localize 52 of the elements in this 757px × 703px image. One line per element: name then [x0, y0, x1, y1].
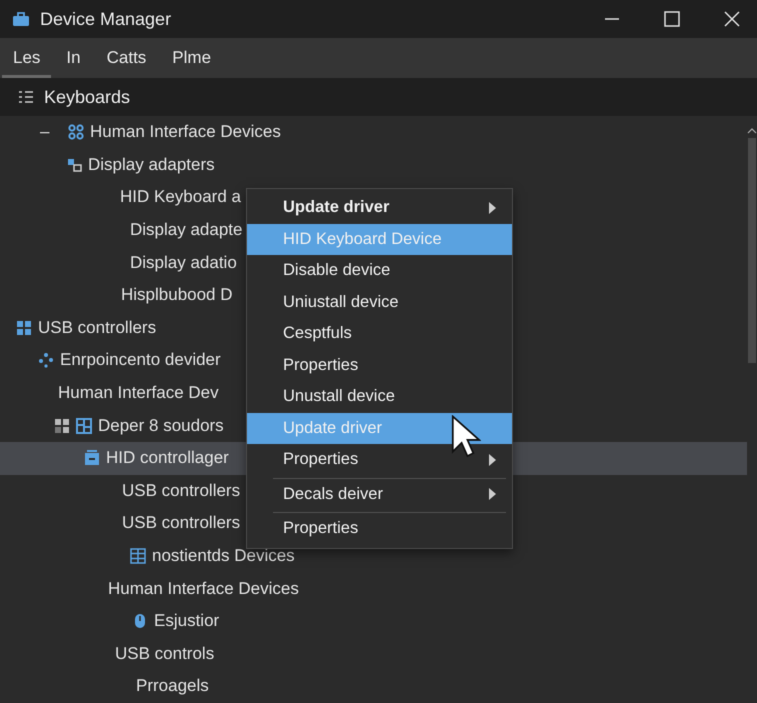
tree-item[interactable]: Hisplbubood D	[121, 285, 233, 306]
tree-item[interactable]: Human Interface Dev	[58, 383, 219, 404]
context-menu-item[interactable]: Properties	[247, 350, 512, 381]
context-menu-item[interactable]: Disable device	[247, 255, 512, 286]
box-icon	[84, 450, 100, 466]
panel-icon	[76, 418, 92, 434]
close-icon[interactable]	[724, 11, 740, 27]
scroll-up-icon	[747, 128, 757, 134]
tree-item[interactable]: Deper 8 soudors	[98, 416, 224, 436]
mouse-icon	[132, 613, 148, 630]
tree-item[interactable]: nostientds Devices	[152, 546, 295, 566]
briefcase-icon	[12, 10, 30, 28]
context-menu-item[interactable]: Properties	[273, 512, 506, 544]
category-label: Keyboards	[44, 86, 130, 108]
layout-icon	[54, 418, 70, 434]
menu-item[interactable]: Plme	[161, 38, 222, 78]
context-menu-item[interactable]: Cesptfuls	[247, 318, 512, 350]
collapse-toggle[interactable]: –	[40, 122, 62, 142]
network-icon	[38, 352, 54, 368]
tree-item[interactable]: Esjustior	[154, 611, 220, 632]
context-menu-item[interactable]: Properties	[247, 444, 512, 476]
mouse-cursor-icon	[451, 415, 481, 459]
context-menu-item[interactable]: Uniustall device	[247, 286, 512, 318]
tree-item[interactable]: Display adatio	[130, 252, 237, 273]
tree-item[interactable]: HID controllager	[106, 448, 229, 468]
window-title: Device Manager	[40, 8, 172, 30]
context-menu-item[interactable]: Decals deiver	[273, 478, 506, 510]
menu-item[interactable]: Catts	[96, 38, 158, 78]
tree-item[interactable]: Display adapte	[130, 220, 242, 240]
adapter-icon	[66, 156, 82, 173]
tree-item[interactable]: USB controllers	[38, 318, 156, 338]
grid-icon	[16, 320, 32, 336]
grid-icon	[68, 124, 84, 140]
tree-item[interactable]: Display adapters	[88, 154, 215, 175]
tree-item[interactable]: USB controls	[115, 644, 214, 664]
menu-item[interactable]: In	[55, 38, 92, 78]
tree-item[interactable]: HID Keyboard a	[120, 187, 241, 208]
tree-item[interactable]: Human Interface Devices	[90, 122, 281, 142]
submenu-arrow-icon	[489, 488, 496, 500]
submenu-arrow-icon	[489, 202, 496, 214]
maximize-icon[interactable]	[664, 11, 680, 27]
context-menu-item[interactable]: Unustall device	[247, 381, 512, 412]
submenu-arrow-icon	[489, 454, 496, 466]
tree-item[interactable]: Human Interface Devices	[108, 578, 299, 599]
context-menu-item[interactable]: Update driver	[247, 192, 512, 224]
list-icon	[18, 90, 34, 104]
tree-item[interactable]: USB controllers	[122, 480, 240, 501]
tree-item[interactable]: Prroagels	[136, 676, 209, 696]
grid-icon	[130, 548, 146, 564]
tree-item[interactable]: Enrpoincento devider	[60, 350, 221, 370]
tree-item[interactable]: USB controllers	[122, 513, 240, 534]
scroll-thumb[interactable]	[748, 138, 756, 363]
